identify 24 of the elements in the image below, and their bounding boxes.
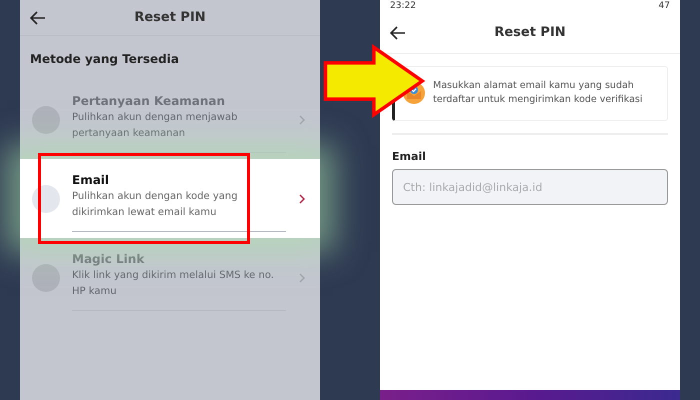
method-title: Email [72, 172, 110, 189]
chevron-icon [298, 114, 306, 124]
screen-title: Reset PIN [134, 8, 206, 27]
method-description: Klik link yang dikirim melalui SMS ke no. HP kamu [72, 269, 275, 299]
back-icon[interactable] [30, 10, 46, 24]
info-text: Masukkan alamat email kamu yang sudah terdaftar untuk mengirimkan kode verifikasi [433, 79, 644, 108]
method-item[interactable]: Magic Link Klik link yang dikirim melalui SMS ke no. HP kamu [20, 238, 320, 317]
field-label: Email [392, 148, 427, 164]
method-illustration-icon [32, 106, 60, 134]
method-description: Pulihkan akun dengan menjawab pertanyaan keamanan [72, 111, 238, 141]
battery-level: 47 [658, 0, 670, 12]
chevron-icon [298, 194, 306, 204]
method-item[interactable]: Pertanyaan Keamanan Pulihkan akun dengan menjawab pertanyaan keamanan [20, 80, 320, 159]
chevron-icon [298, 272, 306, 282]
back-icon[interactable] [390, 26, 406, 40]
method-item[interactable]: Email Pulihkan akun dengan kode yang dikirimkan lewat email kamu [20, 159, 320, 238]
method-illustration-icon [32, 264, 60, 292]
section-title: Metode yang Tersedia [29, 51, 180, 68]
screen-title: Reset PIN [494, 24, 566, 42]
method-title: Pertanyaan Keamanan [72, 93, 226, 110]
status-time: 23:22 [390, 0, 416, 12]
method-description: Pulihkan akun dengan kode yang dikirimkan lewat email kamu [72, 190, 239, 220]
method-title: Magic Link [72, 251, 146, 268]
email-input-field[interactable]: Cth: linkajadid@linkaja.id [392, 169, 668, 205]
